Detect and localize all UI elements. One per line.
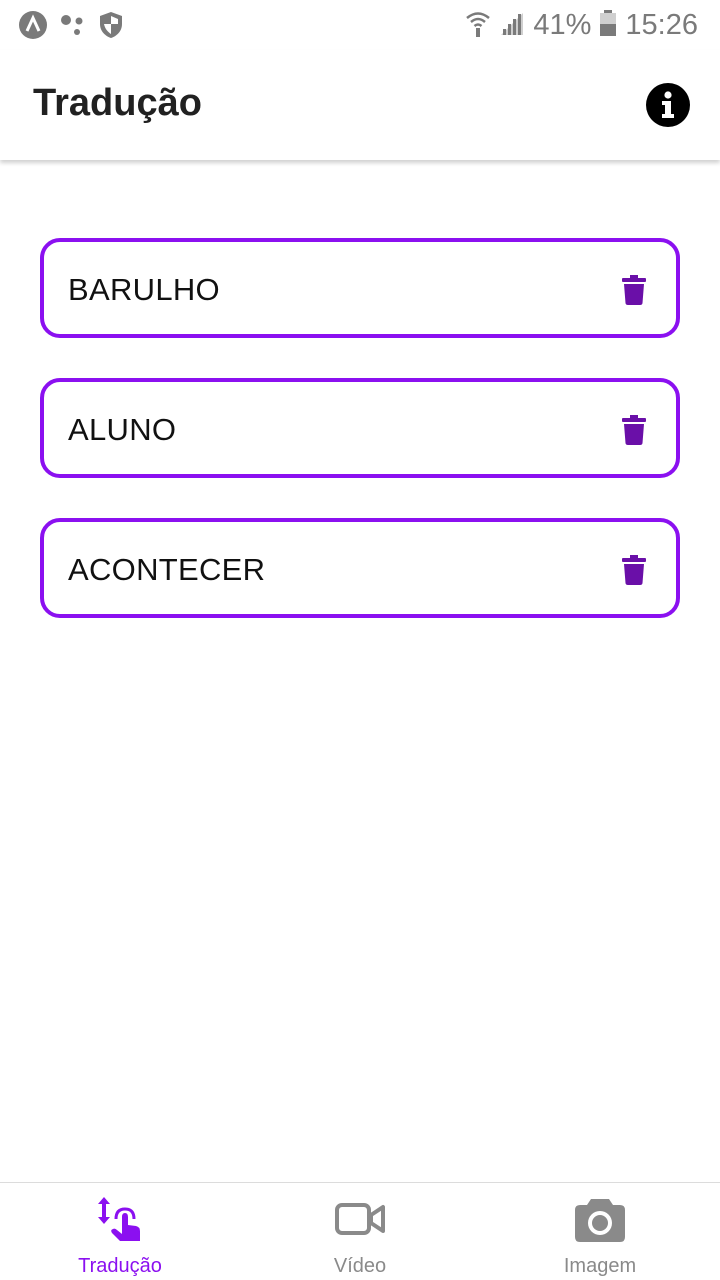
photo-camera-icon (574, 1195, 626, 1243)
word-label: BARULHO (68, 272, 220, 307)
video-camera-icon (334, 1195, 386, 1243)
nav-label-imagem: Imagem (563, 1255, 637, 1277)
info-button[interactable] (646, 83, 690, 127)
touch-swipe-icon (94, 1195, 146, 1243)
page-title: Tradução (33, 82, 202, 124)
delete-button[interactable] (622, 275, 646, 305)
trash-icon (622, 555, 646, 585)
info-icon (646, 83, 690, 127)
battery-percent: 41% (533, 9, 592, 41)
nav-item-video[interactable]: Vídeo (240, 1183, 480, 1280)
word-card[interactable]: ACONTECER (40, 518, 680, 618)
status-notifications (18, 10, 124, 45)
word-label: ALUNO (68, 412, 177, 447)
app-bar: Tradução (0, 50, 720, 160)
app-notification-icon (18, 10, 48, 45)
signal-icon (499, 9, 525, 42)
word-card[interactable]: BARULHO (40, 238, 680, 338)
nav-item-traducao[interactable]: Tradução (0, 1183, 240, 1280)
clock: 15:26 (625, 9, 698, 41)
bottom-navigation: Tradução Vídeo Imagem (0, 1182, 720, 1280)
word-list: BARULHO ALUNO ACONTECER (40, 238, 680, 658)
delete-button[interactable] (622, 555, 646, 585)
nav-label-video: Vídeo (333, 1255, 387, 1277)
wifi-icon (465, 9, 491, 42)
trash-icon (622, 415, 646, 445)
assistant-dots-icon (60, 12, 86, 43)
nav-label-traducao: Tradução (78, 1255, 162, 1277)
trash-icon (622, 275, 646, 305)
status-bar: 41% 15:26 (0, 0, 720, 50)
status-system: 41% 15:26 (465, 6, 698, 44)
app-screen: 41% 15:26 Tradução BARULHO ALUNO ACONTEC… (0, 0, 720, 1280)
shield-icon (98, 11, 124, 44)
delete-button[interactable] (622, 415, 646, 445)
nav-item-imagem[interactable]: Imagem (480, 1183, 720, 1280)
battery-icon (599, 9, 617, 42)
word-label: ACONTECER (68, 552, 266, 587)
word-card[interactable]: ALUNO (40, 378, 680, 478)
